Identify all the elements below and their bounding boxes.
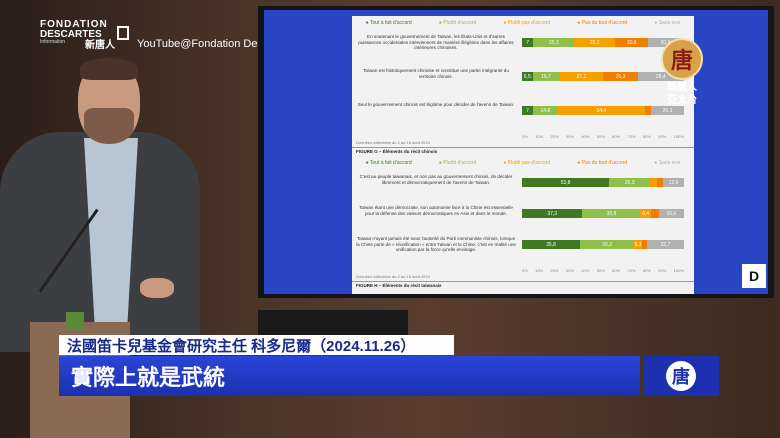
axis-tick: 70%: [627, 134, 636, 139]
axis-tick: 70%: [627, 268, 636, 273]
legend-item: ● Tout à fait d'accord: [365, 20, 412, 26]
row-label: Seul le gouvernement chinois est légitim…: [357, 102, 515, 107]
stacked-bar: 37,3 35,8 6,4 15,6: [522, 209, 684, 218]
axis-tick: 40%: [581, 268, 590, 273]
legend-item: ● Tout à fait d'accord: [365, 160, 412, 166]
legend-item: ● Plutôt pas d'accord: [503, 20, 551, 26]
bar-segment: 12,6: [663, 178, 684, 187]
speaker: [0, 58, 200, 352]
speaker-hand: [140, 278, 174, 298]
row-label: Taiwan étant une démocratie, son autonom…: [359, 205, 513, 216]
row-label: Taiwan n'ayant jamais été sous l'autorit…: [356, 236, 516, 253]
ntd-emblem-icon: 唐: [661, 38, 703, 80]
bar-segment: 15,6: [658, 209, 684, 218]
axis-tick: 30%: [565, 268, 574, 273]
legend-item: ● Pas du tout d'accord: [577, 20, 628, 26]
axis-tick: 40%: [581, 134, 590, 139]
quote-caption: 實際上就是武統: [59, 356, 640, 396]
descartes-d-logo: D: [742, 264, 766, 288]
axis-tick: 0%: [522, 134, 528, 139]
bar-segment: 27,1: [559, 72, 604, 81]
axis-tick: 90%: [658, 134, 667, 139]
ntd-watermark: 新唐人: [85, 40, 115, 51]
legend-item: ● Plutôt d'accord: [438, 20, 477, 26]
axis: 0% 10% 20% 30% 40% 50% 60% 70% 80% 90% 100%: [522, 134, 684, 139]
axis-tick: 50%: [596, 268, 605, 273]
bar-segment: 25,3: [609, 178, 651, 187]
row-label: C'est au peuple taiwanais, et non pas au…: [359, 174, 513, 185]
bar-segment: 25,2: [574, 38, 616, 47]
caption-logo: 唐: [643, 356, 719, 396]
data-note: Données collectées du 2 au 16 août 2024: [356, 140, 430, 145]
bar-segment: 16,7: [532, 72, 560, 81]
legend-item: ● Sans avis: [654, 160, 681, 166]
speaker-name-caption: 法國笛卡兒基金會研究主任 科多尼爾（2024.11.26）: [59, 335, 454, 355]
bar-segment: 5,1: [633, 240, 643, 249]
data-note: Données collectées du 2 au 16 août 2024: [356, 274, 430, 279]
legend: ● Tout à fait d'accord ● Plutôt d'accord ●…: [352, 20, 694, 26]
axis-tick: 20%: [550, 268, 559, 273]
bar-segment: 33,3: [579, 240, 634, 249]
cup: [66, 312, 84, 330]
logo-mark-icon: [117, 26, 129, 40]
figure-title: FIGURE H – Éléments du récit taiwanais: [356, 283, 442, 288]
bar-segment: 22,7: [647, 240, 684, 249]
axis-tick: 80%: [642, 134, 651, 139]
divider: [352, 147, 694, 148]
bar-segment: 6,4: [640, 209, 651, 218]
axis-tick: 100%: [673, 268, 684, 273]
row-label: En soutenant le gouvernement de Taiwan, …: [358, 34, 514, 51]
bar-segment: 35,8: [582, 209, 641, 218]
legend-item: ● Plutôt pas d'accord: [503, 160, 551, 166]
bar-segment: 21,2: [603, 72, 638, 81]
axis-tick: 20%: [550, 134, 559, 139]
ntd-caption-icon: 唐: [666, 361, 696, 391]
bar-segment: 35,8: [522, 240, 580, 249]
ntd-logo: 唐 新唐人 亞太台: [656, 38, 708, 110]
legend: ● Tout à fait d'accord ● Plutôt d'accord ●…: [352, 160, 694, 166]
legend-item: ● Sans avis: [654, 20, 681, 26]
axis-tick: 100%: [673, 134, 684, 139]
axis-tick: 90%: [658, 268, 667, 273]
divider: [352, 281, 694, 282]
figure-h-slide: ● Tout à fait d'accord ● Plutôt d'accord ●…: [352, 156, 694, 294]
axis-tick: 10%: [535, 268, 544, 273]
axis: 0% 10% 20% 30% 40% 50% 60% 70% 80% 90% 100%: [522, 268, 684, 273]
stacked-bar: 53,8 25,3 12,6: [522, 178, 684, 187]
bar-segment: 25,3: [533, 38, 575, 47]
legend-item: ● Pas du tout d'accord: [577, 160, 628, 166]
bar-segment: 54,4: [557, 106, 646, 115]
axis-tick: 30%: [565, 134, 574, 139]
legend-item: ● Plutôt d'accord: [438, 160, 477, 166]
speaker-beard: [84, 108, 134, 144]
bar-segment: 7: [522, 106, 534, 115]
figure-title: FIGURE G – Éléments du récit chinois: [356, 149, 438, 154]
ntd-line2: 亞太台: [667, 95, 697, 106]
axis-tick: 60%: [612, 268, 621, 273]
axis-tick: 80%: [642, 268, 651, 273]
bar-segment: 37,3: [522, 209, 583, 218]
axis-tick: 0%: [522, 268, 528, 273]
bar-segment: 7: [522, 38, 534, 47]
axis-tick: 60%: [612, 134, 621, 139]
stacked-bar: 35,8 33,3 5,1 22,7: [522, 240, 684, 249]
bar-segment: 20,6: [615, 38, 649, 47]
figure-g-slide: ● Tout à fait d'accord ● Plutôt d'accord ●…: [352, 16, 694, 156]
axis-tick: 10%: [535, 134, 544, 139]
bar-segment: 6,5: [522, 72, 533, 81]
bar-segment: [650, 178, 657, 187]
bar-segment: [650, 209, 659, 218]
speaker-hair: [80, 58, 138, 80]
bar-segment: 53,8: [522, 178, 610, 187]
bar-segment: 14,8: [533, 106, 558, 115]
bar-segment: [656, 178, 664, 187]
ntd-line1: 新唐人: [667, 82, 697, 93]
row-label: Taiwan est historiquement chinoise et co…: [363, 68, 509, 79]
axis-tick: 50%: [596, 134, 605, 139]
